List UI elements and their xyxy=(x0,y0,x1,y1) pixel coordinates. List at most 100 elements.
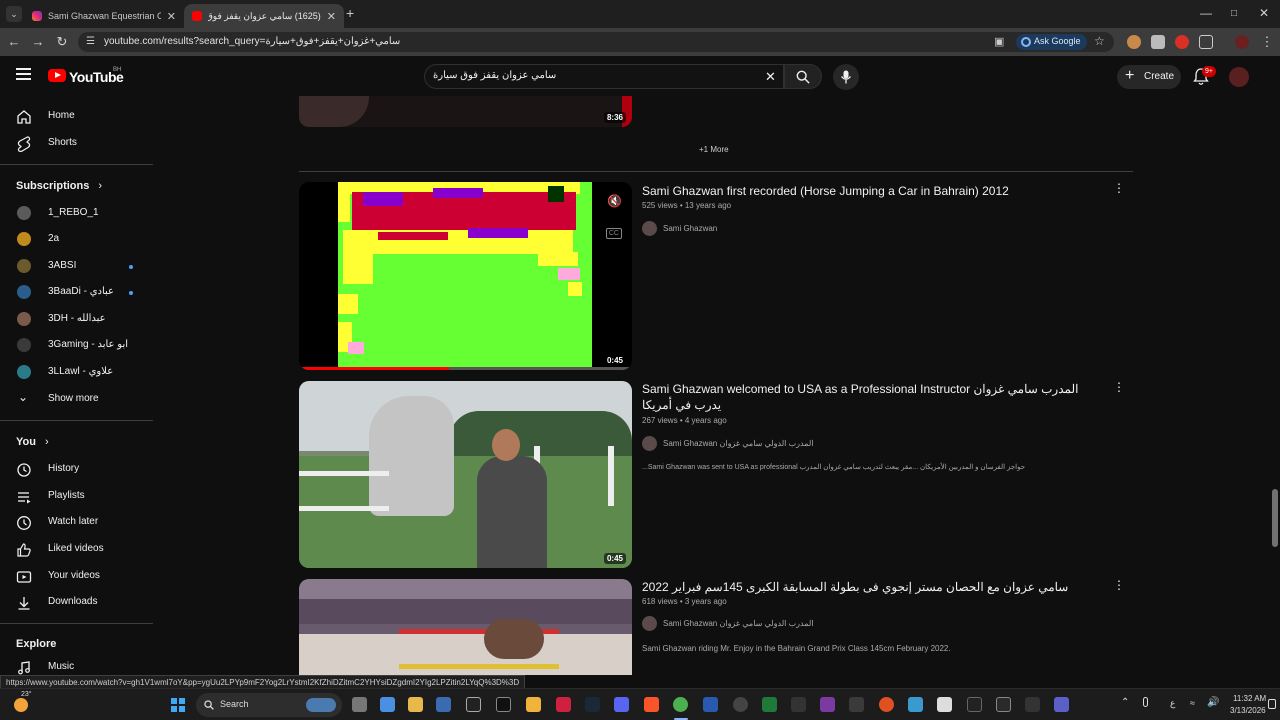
file-explorer-icon[interactable] xyxy=(408,697,423,712)
new-tab-button[interactable]: + xyxy=(346,5,354,21)
sidebar-show-more[interactable]: ⌄ Show more xyxy=(0,386,150,412)
sidebar-item-subscription[interactable]: 3Gaming - ابو عابد xyxy=(0,332,150,358)
bookmark-star-icon[interactable]: ☆ xyxy=(1094,34,1105,48)
extension-red-icon[interactable] xyxy=(1175,35,1189,49)
wifi-icon[interactable]: ≈ xyxy=(1190,698,1195,708)
search-input[interactable]: سامي عزوان يقفز فوق سيارة ✕ xyxy=(424,64,784,89)
input-language[interactable]: ع xyxy=(1170,698,1175,709)
sidebar-item-watch-later[interactable]: Watch later xyxy=(0,509,150,535)
video-thumbnail[interactable]: 🔇 CC 0:45 xyxy=(299,182,632,370)
chrome-icon[interactable] xyxy=(673,697,688,712)
browser-menu-icon[interactable]: ⋮ xyxy=(1258,34,1276,50)
volume-icon[interactable]: 🔊 xyxy=(1207,697,1219,708)
weather-widget[interactable]: 23° xyxy=(14,691,54,715)
steam-icon[interactable] xyxy=(585,697,600,712)
clock-time[interactable]: 11:32 AM xyxy=(1233,694,1266,703)
sidebar-item-subscription[interactable]: 1_REBO_1 xyxy=(0,200,150,226)
profile-avatar[interactable] xyxy=(1235,35,1249,49)
tab-equestrian[interactable]: Sami Ghazwan Equestrian Cent ✕ xyxy=(24,4,184,28)
extension-1-icon[interactable] xyxy=(1127,35,1141,49)
brave-icon[interactable] xyxy=(644,697,659,712)
sidebar-item-subscription[interactable]: 3BaaDi - عبادي xyxy=(0,279,150,305)
create-button[interactable]: + Create xyxy=(1117,65,1181,89)
video-options-icon[interactable]: ⋮ xyxy=(1113,181,1125,195)
sidebar-item-your-videos[interactable]: Your videos xyxy=(0,563,150,589)
sidebar-item-home[interactable]: Home xyxy=(0,103,150,129)
tab-search-dropdown[interactable]: ⌄ xyxy=(6,6,22,22)
excel-icon[interactable] xyxy=(762,697,777,712)
cast-icon[interactable]: ▣ xyxy=(994,35,1004,48)
sidebar-item-shorts[interactable]: Shorts xyxy=(0,130,150,156)
video-thumbnail[interactable]: 0:45 xyxy=(299,381,632,568)
app-gray-icon[interactable] xyxy=(849,697,864,712)
app-purple-icon[interactable] xyxy=(820,697,835,712)
you-heading[interactable]: You › xyxy=(16,436,49,448)
sidebar-item-playlists[interactable]: Playlists xyxy=(0,483,150,509)
sidebar: Home Shorts Subscriptions › 1_REBO_1 2a … xyxy=(0,96,160,676)
video-options-icon[interactable]: ⋮ xyxy=(1113,380,1125,394)
tab-youtube[interactable]: (1625) سامي عزوان يقفز فوق سيا ✕ xyxy=(184,4,344,28)
obs-icon[interactable] xyxy=(466,697,481,712)
guide-menu-icon[interactable] xyxy=(16,68,31,80)
app-dark-icon[interactable] xyxy=(967,697,982,712)
minimize-icon[interactable]: — xyxy=(1196,6,1216,20)
search-button[interactable] xyxy=(784,64,822,89)
more-results-link[interactable]: +1 More xyxy=(699,145,729,154)
sidebar-item-subscription[interactable]: 2a xyxy=(0,226,150,252)
site-info-icon[interactable]: ☰ xyxy=(86,36,95,47)
app-white-icon[interactable] xyxy=(937,697,952,712)
notification-center-icon[interactable] xyxy=(1268,699,1276,709)
app-pen-icon[interactable] xyxy=(791,697,806,712)
app-bookmark-icon[interactable] xyxy=(996,697,1011,712)
rockstar-icon[interactable] xyxy=(526,697,541,712)
clock-date[interactable]: 3/13/2026 xyxy=(1230,706,1266,715)
tab-close-icon[interactable]: ✕ xyxy=(167,10,176,23)
sidebar-item-subscription[interactable]: 3ABSI xyxy=(0,253,150,279)
vscode-icon[interactable] xyxy=(703,697,718,712)
settings-icon[interactable] xyxy=(436,697,451,712)
closed-captions-icon[interactable]: CC xyxy=(605,228,622,239)
adobe-icon[interactable] xyxy=(556,697,571,712)
epic-games-icon[interactable] xyxy=(496,697,511,712)
video-thumbnail[interactable] xyxy=(299,579,632,675)
scrollbar-thumb[interactable] xyxy=(1272,489,1278,547)
maximize-icon[interactable]: □ xyxy=(1224,8,1244,19)
back-icon[interactable]: ← xyxy=(5,34,23,49)
sidebar-item-liked-videos[interactable]: Liked videos xyxy=(0,536,150,562)
sidebar-item-history[interactable]: History xyxy=(0,456,150,482)
task-view-icon[interactable] xyxy=(352,697,367,712)
teams-icon[interactable] xyxy=(1054,697,1069,712)
window-close-icon[interactable]: ✕ xyxy=(1254,6,1274,20)
reload-icon[interactable]: ↻ xyxy=(53,34,71,50)
discord-icon[interactable] xyxy=(614,697,629,712)
start-button[interactable] xyxy=(171,698,185,712)
video-title[interactable]: سامي عزوان مع الحصان مستر إنجوي فى بطولة… xyxy=(642,579,1102,595)
extensions-puzzle-icon[interactable] xyxy=(1199,35,1213,49)
shield-extension-icon[interactable] xyxy=(1151,35,1165,49)
video-title[interactable]: Sami Ghazwan first recorded (Horse Jumpi… xyxy=(642,183,1102,199)
video-title[interactable]: Sami Ghazwan welcomed to USA as a Profes… xyxy=(642,381,1102,413)
address-bar[interactable]: ☰ youtube.com/results?search_query=سامي+… xyxy=(78,32,1114,52)
tray-chevron-icon[interactable]: ⌃ xyxy=(1121,697,1129,708)
page-scrollbar[interactable] xyxy=(1271,96,1279,688)
clear-search-icon[interactable]: ✕ xyxy=(765,69,776,85)
app-glasses-icon[interactable] xyxy=(1025,697,1040,712)
video-options-icon[interactable]: ⋮ xyxy=(1113,578,1125,592)
copilot-icon[interactable] xyxy=(380,697,395,712)
video-thumbnail[interactable]: 8:36 xyxy=(299,96,632,127)
app-blue-icon[interactable] xyxy=(908,697,923,712)
account-avatar[interactable] xyxy=(1229,67,1249,87)
ask-google-button[interactable]: Ask Google xyxy=(1016,34,1087,50)
voice-search-button[interactable] xyxy=(833,64,859,90)
sidebar-item-downloads[interactable]: Downloads xyxy=(0,589,150,615)
sidebar-item-subscription[interactable]: 3LLawl - علاوي xyxy=(0,359,150,385)
subscriptions-heading[interactable]: Subscriptions › xyxy=(16,180,102,192)
tray-mic-icon[interactable] xyxy=(1143,697,1148,707)
app-orange-icon[interactable] xyxy=(879,697,894,712)
taskbar-search[interactable]: Search xyxy=(196,693,342,717)
forward-icon[interactable]: → xyxy=(29,34,47,49)
tab-close-icon[interactable]: ✕ xyxy=(327,10,336,23)
mute-icon[interactable]: 🔇 xyxy=(607,194,622,208)
sidebar-item-subscription[interactable]: 3DH - عبدالله xyxy=(0,306,150,332)
github-icon[interactable] xyxy=(733,697,748,712)
